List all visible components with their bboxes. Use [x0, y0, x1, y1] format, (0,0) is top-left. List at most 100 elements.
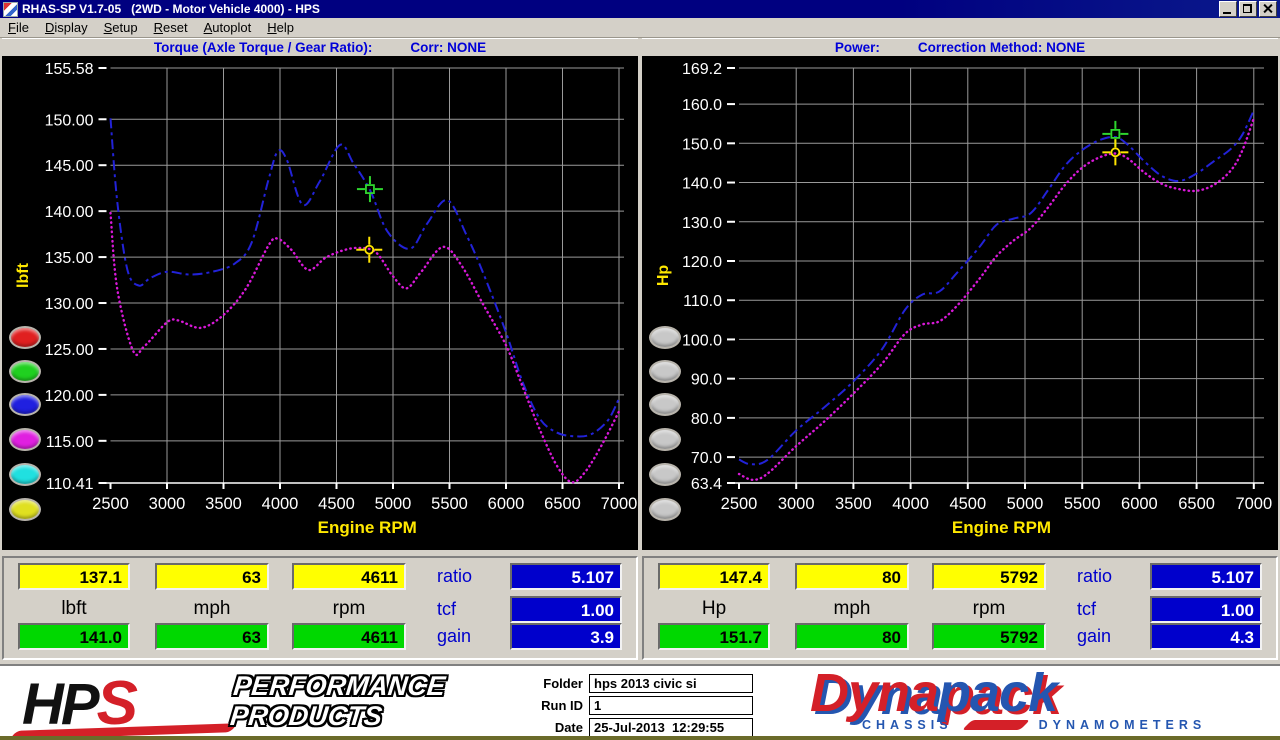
- svg-text:Hp: Hp: [655, 265, 672, 287]
- trace-button-cyan[interactable]: [9, 463, 41, 486]
- window-title: RHAS-SP V1.7-05 (2WD - Motor Vehicle 400…: [22, 2, 1219, 16]
- svg-text:2500: 2500: [721, 495, 758, 513]
- restore-button[interactable]: [1239, 1, 1257, 17]
- torque-chart[interactable]: 155.58150.00145.00140.00135.00130.00125.…: [2, 56, 638, 550]
- dynapack-logo-pack: pack: [938, 663, 1057, 723]
- power-corrected-value: 151.7: [658, 623, 770, 650]
- ratio-label: ratio: [1077, 566, 1143, 587]
- torque-corrected-speed: 63: [155, 623, 269, 650]
- footer: HPS PERFORMANCE PRODUCTS Folder hps 2013…: [0, 664, 1280, 738]
- svg-text:4500: 4500: [949, 495, 986, 513]
- hps-products-text: PRODUCTS: [229, 701, 444, 731]
- svg-text:169.2: 169.2: [682, 61, 722, 78]
- svg-text:Engine RPM: Engine RPM: [952, 518, 1051, 537]
- app-icon: [3, 2, 18, 17]
- svg-text:3000: 3000: [778, 495, 815, 513]
- svg-text:Engine RPM: Engine RPM: [318, 518, 417, 537]
- power-unit-label: Hp: [658, 598, 770, 620]
- power-corrected-rpm: 5792: [932, 623, 1046, 650]
- svg-text:7000: 7000: [1235, 495, 1272, 513]
- trace-button-gray-1[interactable]: [649, 326, 681, 349]
- power-corrected-speed: 80: [795, 623, 909, 650]
- svg-text:150.00: 150.00: [45, 112, 94, 129]
- trace-button-yellow[interactable]: [9, 498, 41, 521]
- svg-text:2500: 2500: [92, 495, 129, 513]
- svg-text:6500: 6500: [1178, 495, 1215, 513]
- gain-value: 4.3: [1150, 623, 1262, 650]
- close-button[interactable]: [1259, 1, 1277, 17]
- menu-reset[interactable]: Reset: [146, 19, 196, 36]
- svg-text:110.0: 110.0: [683, 293, 722, 310]
- svg-text:6000: 6000: [488, 495, 525, 513]
- svg-text:6500: 6500: [544, 495, 581, 513]
- tcf-value: 1.00: [510, 596, 622, 623]
- svg-text:130.0: 130.0: [682, 215, 722, 232]
- torque-readout-panel: 137.1 63 4611 lbft mph rpm 141.0 63 4611…: [2, 556, 638, 660]
- svg-text:115.00: 115.00: [46, 434, 94, 451]
- trace-button-red[interactable]: [9, 326, 41, 349]
- menu-bar: File Display Setup Reset Autoplot Help: [0, 18, 1280, 38]
- dynapack-logo: Dynapack CHASSIS DYNAMOMETERS: [810, 666, 1270, 736]
- svg-text:140.00: 140.00: [45, 204, 94, 221]
- svg-text:3000: 3000: [149, 495, 186, 513]
- trace-button-green[interactable]: [9, 360, 41, 383]
- menu-setup[interactable]: Setup: [96, 19, 146, 36]
- svg-text:3500: 3500: [835, 495, 872, 513]
- run-info-fields: Folder hps 2013 civic si Run ID 1 Date 2…: [505, 674, 775, 740]
- trace-button-gray-3[interactable]: [649, 393, 681, 416]
- run-id-input[interactable]: 1: [589, 696, 753, 715]
- tcf-value: 1.00: [1150, 596, 1262, 623]
- power-cursor-speed: 80: [795, 563, 909, 590]
- torque-cursor-speed: 63: [155, 563, 269, 590]
- folder-input[interactable]: hps 2013 civic si: [589, 674, 753, 693]
- menu-file[interactable]: File: [0, 19, 37, 36]
- svg-text:4500: 4500: [318, 495, 355, 513]
- torque-corrected-rpm: 4611: [292, 623, 406, 650]
- menu-autoplot[interactable]: Autoplot: [196, 19, 260, 36]
- torque-header-title: Torque (Axle Torque / Gear Ratio):: [154, 40, 373, 55]
- hps-logo: HPS PERFORMANCE PRODUCTS: [22, 668, 482, 734]
- power-readout-panel: 147.4 80 5792 Hp mph rpm 151.7 80 5792 r…: [642, 556, 1278, 660]
- trace-button-gray-4[interactable]: [649, 428, 681, 451]
- power-cursor-rpm: 5792: [932, 563, 1046, 590]
- menu-display[interactable]: Display: [37, 19, 96, 36]
- svg-text:5500: 5500: [431, 495, 468, 513]
- svg-text:80.0: 80.0: [691, 411, 722, 428]
- svg-text:70.0: 70.0: [691, 450, 722, 467]
- svg-text:lbft: lbft: [15, 262, 32, 288]
- trace-button-blue[interactable]: [9, 393, 41, 416]
- rpm-unit-label: rpm: [292, 598, 406, 620]
- minimize-button[interactable]: [1219, 1, 1237, 17]
- gain-label: gain: [437, 626, 503, 647]
- tcf-label: tcf: [437, 599, 503, 620]
- svg-text:7000: 7000: [601, 495, 638, 513]
- svg-text:6000: 6000: [1121, 495, 1158, 513]
- title-bar: RHAS-SP V1.7-05 (2WD - Motor Vehicle 400…: [0, 0, 1280, 18]
- trace-button-gray-2[interactable]: [649, 360, 681, 383]
- hps-performance-text: PERFORMANCE: [232, 671, 447, 701]
- dynapack-swoosh: [962, 720, 1030, 730]
- hps-logo-text: PERFORMANCE PRODUCTS: [229, 671, 447, 731]
- svg-text:155.58: 155.58: [45, 61, 94, 78]
- tcf-label: tcf: [1077, 599, 1143, 620]
- torque-cursor-rpm: 4611: [292, 563, 406, 590]
- folder-label: Folder: [505, 676, 589, 691]
- date-input[interactable]: 25-Jul-2013 12:29:55: [589, 718, 753, 737]
- gain-value: 3.9: [510, 623, 622, 650]
- trace-button-gray-5[interactable]: [649, 463, 681, 486]
- bottom-accent-strip: [0, 736, 1280, 740]
- svg-text:160.0: 160.0: [682, 97, 722, 114]
- dynapack-chassis-text: CHASSIS: [862, 718, 953, 732]
- trace-button-gray-6[interactable]: [649, 498, 681, 521]
- menu-help[interactable]: Help: [259, 19, 302, 36]
- minimize-icon: [1223, 12, 1231, 14]
- svg-text:120.0: 120.0: [682, 254, 722, 271]
- svg-text:145.00: 145.00: [45, 158, 94, 175]
- speed-unit-label: mph: [795, 598, 909, 620]
- speed-unit-label: mph: [155, 598, 269, 620]
- power-chart[interactable]: 169.2160.0150.0140.0130.0120.0110.0100.0…: [642, 56, 1278, 550]
- hps-logo-hp: HP: [22, 672, 97, 737]
- date-label: Date: [505, 720, 589, 735]
- svg-text:63.4: 63.4: [691, 476, 722, 493]
- trace-button-magenta[interactable]: [9, 428, 41, 451]
